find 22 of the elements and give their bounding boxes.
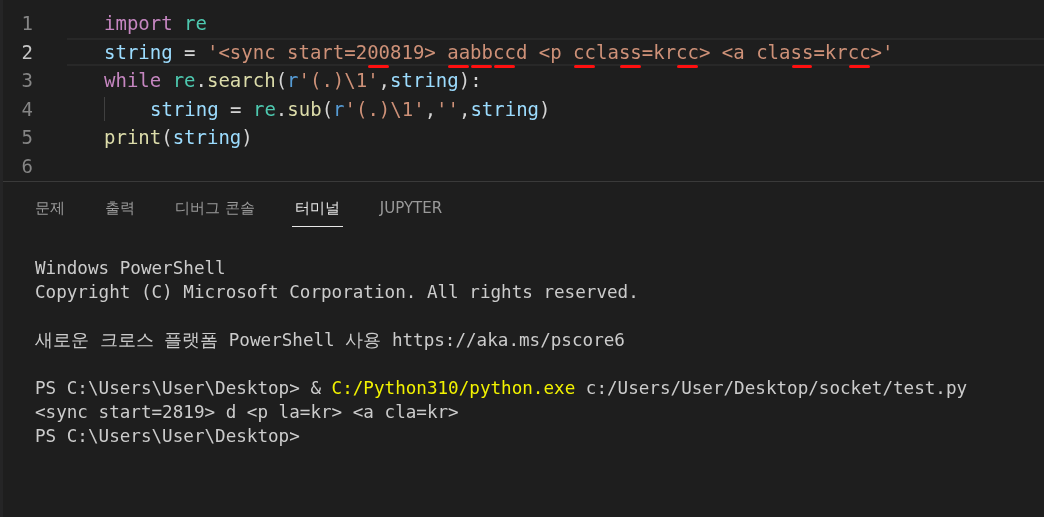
line-number: 6	[20, 154, 34, 177]
code-line: print(string)	[104, 126, 253, 149]
code-line: import re	[104, 12, 207, 35]
terminal-line: 새로운 크로스 플랫폼 PowerShell 사용 https://aka.ms/pscore6	[35, 329, 626, 352]
line-number: 1	[20, 12, 34, 35]
panel-tab[interactable]: 문제	[32, 199, 68, 227]
panel-tab[interactable]: JUPYTER	[376, 199, 446, 226]
terminal-line: Windows PowerShell	[35, 257, 227, 280]
line-number: 4	[20, 97, 34, 120]
terminal-line: PS C:\Users\User\Desktop> & C:/Python310/python.exe c:/Users/User/Desktop/socket/test.py	[35, 377, 969, 400]
code-line: while re.search(r'(.)\1',string):	[104, 69, 482, 92]
line-number: 5	[20, 126, 34, 149]
line-number: 3	[20, 69, 34, 92]
terminal-line: Copyright (C) Microsoft Corporation. All rights reserved.	[35, 281, 640, 304]
code-line: string = '<sync start=200819> aabbccd <p cclass=krcc> <a class=krcc>'	[104, 40, 894, 63]
line-number: 2	[20, 40, 34, 63]
panel-tab[interactable]: 디버그 콘솔	[172, 199, 258, 227]
terminal-line: PS C:\Users\User\Desktop>	[35, 425, 301, 448]
panel-tab[interactable]: 출력	[102, 199, 138, 227]
terminal-line: <sync start=2819> d <p la=kr> <a cla=kr>	[35, 401, 460, 424]
code-line: string = re.sub(r'(.)\1','',string)	[150, 97, 551, 120]
panel-tab[interactable]: 터미널	[291, 199, 343, 227]
